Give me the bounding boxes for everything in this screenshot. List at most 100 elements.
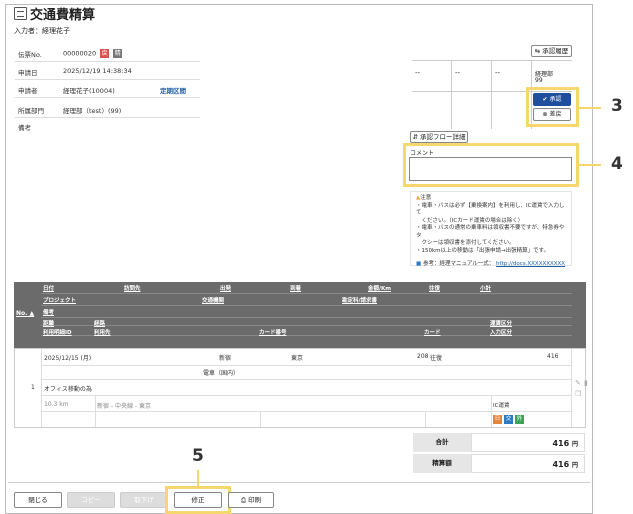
col-transport[interactable]: 交通機関 — [202, 296, 224, 304]
train-icon — [14, 7, 27, 20]
col-visit[interactable]: 訪問先 — [124, 284, 141, 292]
row-route: 新宿 - 中央線 - 東京 — [97, 403, 151, 410]
reject-button[interactable]: ⊗ 差戻 — [533, 108, 571, 121]
settle-value: 416 円 — [471, 454, 585, 473]
notes-line: ください。（ICカード運賃の場合は除く） — [416, 217, 524, 224]
close-button[interactable]: 閉じる — [14, 492, 62, 508]
withdraw-button[interactable]: 取下げ — [120, 492, 168, 508]
dept-value: 経理部（test）(99) — [63, 107, 122, 115]
settle-badge: 精 — [113, 49, 123, 58]
table-row: 1 2025/12/15 (月) 新宿 東京 208 往復 416 電車（国内）… — [14, 348, 588, 428]
copy-icon[interactable]: ❐ — [575, 390, 581, 398]
row-subtotal: 416 — [547, 353, 559, 360]
callout-4-line — [579, 164, 601, 166]
notes-line: ・電車・バスの通常の乗車料は領収書不要ですが、特急券やタ — [416, 225, 565, 239]
footer-divider — [8, 482, 590, 483]
col-fare-type[interactable]: 運賃区分 — [490, 319, 512, 327]
col-to[interactable]: 到着 — [290, 284, 301, 292]
teiki-link[interactable]: 定期区間 — [160, 85, 186, 95]
approval-cell-2: -- — [452, 61, 492, 129]
approval-history-button[interactable]: ⇆ 承認履歴 — [531, 45, 572, 57]
slip-no-value: 00000020 戻 精 — [63, 49, 123, 58]
print-button[interactable]: ⎙ 印刷 — [228, 492, 274, 508]
info-row-slip: 伝票No. 00000020 戻 精 — [15, 45, 200, 62]
info-icon: ■ — [416, 261, 422, 267]
transport-badge: 交 — [504, 415, 513, 424]
edit-icon[interactable]: ✎ — [575, 379, 581, 387]
total-label: 合計 — [413, 433, 471, 452]
apply-date-value: 2025/12/19 14:38:34 — [63, 67, 132, 75]
approval-flow-detail-button[interactable]: ⇵ 承認フロー詳細 — [410, 131, 468, 143]
info-row-date: 申請日 2025/12/19 14:38:34 — [15, 63, 200, 80]
callout-3-line — [579, 107, 601, 109]
col-account[interactable]: 勘定科/請求書 — [342, 296, 377, 304]
return-icon: ⊗ — [542, 111, 548, 118]
printer-icon: ⎙ — [240, 496, 247, 504]
notes-box: ▲注意 ・電車・バスは必ず【乗換案内】を利用し、IC運賃で入力して ください。（… — [410, 191, 572, 267]
daily-badge: 日 — [493, 415, 502, 424]
detail-table-header: No. ▲ 日付 訪問先 出発 到着 金額/Km 往復 小計 プロジェクト 交通… — [14, 282, 586, 348]
settle-label: 精算額 — [413, 454, 471, 473]
row-transport: 電車（国内） — [203, 370, 240, 377]
ref-label: 参考：経理マニュアル一式： — [422, 261, 495, 267]
sort-icon: ▲ — [29, 310, 35, 317]
notes-heading: 注意 — [420, 195, 432, 201]
col-usage-place[interactable]: 利用先 — [94, 328, 111, 336]
col-project[interactable]: プロジェクト — [43, 296, 76, 304]
col-roundtrip[interactable]: 往復 — [429, 284, 440, 292]
applicant-label: 申請者 — [18, 87, 38, 95]
col-usage-id[interactable]: 利用明細ID — [43, 328, 72, 336]
page-title: 交通費精算 — [30, 8, 96, 23]
row-fare-type: IC運賃 — [493, 403, 510, 409]
col-card-no[interactable]: カード番号 — [259, 328, 287, 336]
applicant-value: 経理花子(10004) — [63, 87, 115, 95]
manual-link[interactable]: http://docs.XXXXXXXXXX — [496, 261, 565, 267]
row-roundtrip: 往復 — [430, 355, 443, 362]
dept-label: 所属部門 — [18, 107, 44, 115]
row-from: 新宿 — [219, 355, 232, 362]
total-value: 416 円 — [471, 433, 585, 452]
col-amount[interactable]: 金額/Km — [368, 284, 391, 292]
apply-date-label: 申請日 — [18, 69, 38, 77]
flow-icon: ⇵ — [412, 133, 418, 141]
col-card[interactable]: カード — [424, 328, 441, 336]
notes-line: クシーは領収書を添付してください。 — [416, 240, 515, 246]
col-route[interactable]: 経路 — [94, 319, 105, 327]
callout-4: 4 — [611, 154, 623, 174]
col-from[interactable]: 出発 — [220, 284, 231, 292]
remarks-label: 備考 — [18, 124, 31, 132]
notes-line: ・150km以上の移動は「出張申請→出張精算」です。 — [416, 247, 550, 254]
approval-cell-1: -- — [412, 61, 452, 129]
approve-button[interactable]: ✔ 承認 — [533, 93, 571, 106]
col-date[interactable]: 日付 — [43, 284, 54, 292]
info-row-dept: 所属部門 経理部（test）(99) — [15, 101, 200, 118]
copy-button[interactable]: コピー — [67, 492, 115, 508]
info-row-applicant: 申請者 経理花子(10004) 定期区間 — [15, 81, 200, 98]
returned-badge: 戻 — [100, 49, 110, 58]
no-column-header[interactable]: No. ▲ — [16, 310, 34, 317]
info-row-remarks: 備考 — [15, 118, 200, 134]
callout-5: 5 — [192, 446, 204, 466]
check-icon: ✔ — [542, 96, 548, 103]
col-input-type[interactable]: 入力区分 — [490, 328, 512, 336]
row-to: 東京 — [291, 355, 304, 362]
col-remarks[interactable]: 備考 — [43, 308, 54, 316]
row-no: 1 — [31, 384, 35, 391]
delete-icon[interactable]: ▮ — [584, 379, 588, 387]
notes-line: ・電車・バスは必ず【乗換案内】を利用し、IC運賃で入力して — [416, 202, 565, 217]
callout-5-line — [197, 470, 199, 486]
row-distance: 10.3 km — [44, 401, 69, 408]
row-amount: 208 — [417, 353, 429, 360]
comment-label: コメント — [410, 150, 435, 157]
comment-input[interactable] — [409, 157, 572, 181]
col-subtotal[interactable]: 小計 — [480, 284, 491, 292]
external-badge: 外 — [515, 415, 524, 424]
row-date: 2025/12/15 (月) — [44, 355, 92, 362]
history-icon: ⇆ — [534, 47, 541, 55]
col-distance[interactable]: 距離 — [43, 319, 54, 327]
callout-3: 3 — [611, 96, 623, 116]
modify-button[interactable]: 修正 — [174, 492, 222, 508]
entrant-label: 入力者：経理花子 — [14, 27, 70, 35]
row-remarks: オフィス移動の為 — [44, 386, 92, 393]
slip-no-label: 伝票No. — [18, 51, 42, 59]
